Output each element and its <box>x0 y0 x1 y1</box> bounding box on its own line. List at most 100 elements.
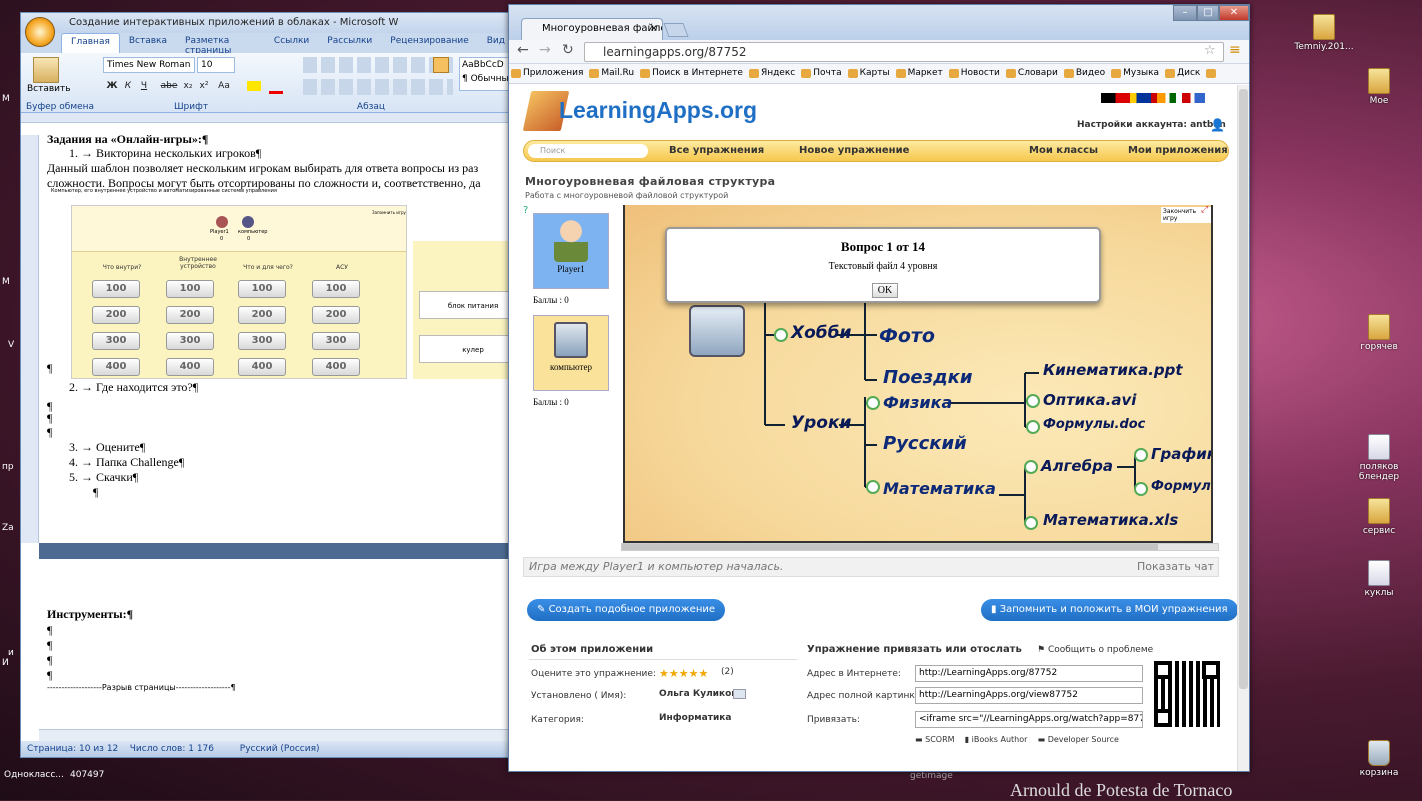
bookmark-item[interactable]: Диск <box>1163 64 1204 78</box>
export-scorm[interactable]: SCORM <box>925 735 954 744</box>
office-button[interactable] <box>25 17 55 47</box>
italic-button[interactable]: К <box>121 79 135 93</box>
tab-home[interactable]: Главная <box>61 33 120 53</box>
tree-node[interactable]: Хобби <box>791 323 851 343</box>
bookmark-item[interactable]: Приложения <box>509 64 587 78</box>
desktop-icon[interactable]: поляков блендер <box>1349 434 1409 482</box>
bold-button[interactable]: Ж <box>105 79 119 93</box>
desktop-icon[interactable]: Мое <box>1349 68 1409 106</box>
rating-stars-icon[interactable]: ★★★★★ <box>659 667 708 680</box>
status-page[interactable]: Страница: 10 из 12 <box>27 744 118 754</box>
nav-new-exercise[interactable]: Новое упражнение <box>799 145 909 156</box>
desktop-icon[interactable]: Temniy.201... <box>1294 14 1354 52</box>
user-icon[interactable]: 👤 <box>1210 118 1225 132</box>
forward-icon[interactable]: → <box>539 42 551 58</box>
tab-page-layout[interactable]: Разметка страницы <box>176 33 265 56</box>
board-scrollbar[interactable] <box>621 543 1219 551</box>
desktop-icon[interactable]: сервис <box>1349 498 1409 536</box>
status-words[interactable]: Число слов: 1 176 <box>130 744 214 754</box>
close-button[interactable]: ✕ <box>1219 5 1249 21</box>
author-name[interactable]: Ольга Куликова <box>659 689 743 699</box>
tab-insert[interactable]: Вставка <box>120 33 176 53</box>
superscript-button[interactable]: x² <box>197 79 211 93</box>
bookmark-item[interactable]: Видео <box>1062 64 1109 78</box>
bookmarks-more[interactable]: » <box>1204 64 1218 78</box>
pilcrow-button[interactable] <box>433 57 449 73</box>
bookmark-item[interactable]: Маркет <box>894 64 947 78</box>
export-ibooks[interactable]: iBooks Author <box>972 735 1028 744</box>
list-buttons[interactable] <box>303 57 453 73</box>
tree-node[interactable]: Уроки <box>791 413 851 433</box>
search-input[interactable]: Поиск <box>528 144 648 158</box>
tree-node[interactable]: Русский <box>883 433 967 454</box>
nav-all-exercises[interactable]: Все упражнения <box>669 145 764 156</box>
taskbar-item[interactable]: Однокласс... <box>4 770 64 780</box>
tab-close-icon[interactable]: × <box>650 19 658 39</box>
maximize-button[interactable]: □ <box>1197 5 1219 21</box>
tree-node[interactable]: Формулы.doc <box>1043 417 1145 432</box>
back-icon[interactable]: ← <box>517 42 529 58</box>
address-field[interactable]: http://LearningApps.org/87752 <box>915 665 1143 682</box>
tree-node[interactable]: Математика.xls <box>1043 511 1178 529</box>
bookmark-item[interactable]: Mail.Ru <box>587 64 638 78</box>
account-settings[interactable]: Настройки аккаунта: antban <box>1077 120 1226 130</box>
tab-review[interactable]: Рецензирование <box>381 33 477 53</box>
status-language[interactable]: Русский (Россия) <box>240 744 320 754</box>
language-flags-icon[interactable] <box>1101 93 1205 103</box>
bookmark-item[interactable]: Новости <box>947 64 1004 78</box>
help-icon[interactable]: ? <box>523 205 528 216</box>
subscript-button[interactable]: x₂ <box>181 79 195 93</box>
font-name-select[interactable]: Times New Roman <box>103 57 195 73</box>
tree-node[interactable]: Оптика.avi <box>1043 391 1136 409</box>
save-to-my-exercises-button[interactable]: ▮ Запомнить и положить в МОИ упражнения <box>981 599 1237 621</box>
address-bar[interactable]: learningapps.org/87752 <box>584 42 1224 62</box>
tab-mailings[interactable]: Рассылки <box>318 33 381 53</box>
tree-node[interactable]: Формулы <box>1151 479 1211 494</box>
font-color-icon[interactable] <box>269 91 283 94</box>
create-similar-button[interactable]: ✎ Создать подобное приложение <box>527 599 726 621</box>
change-case-button[interactable]: Aa <box>217 79 231 93</box>
bookmark-item[interactable]: Яндекс <box>747 64 799 78</box>
desktop-icon[interactable]: горячев <box>1349 314 1409 352</box>
document-page-2[interactable]: Инструменты:¶ ¶ ¶ ¶ ¶ ------------------… <box>39 559 514 729</box>
mail-icon[interactable] <box>733 689 746 699</box>
image-address-field[interactable]: http://LearningApps.org/view87752 <box>915 687 1143 704</box>
bookmark-item[interactable]: Карты <box>846 64 894 78</box>
tree-node[interactable]: Алгебра <box>1041 457 1113 475</box>
bookmark-item[interactable]: Почта <box>799 64 845 78</box>
nav-my-classes[interactable]: Мои классы <box>1029 145 1098 156</box>
bookmark-item[interactable]: Музыка <box>1109 64 1163 78</box>
highlight-icon[interactable] <box>247 81 261 91</box>
reload-icon[interactable]: ↻ <box>562 42 574 58</box>
page-scrollbar[interactable] <box>1237 85 1249 771</box>
scroll-thumb[interactable] <box>622 544 1159 550</box>
menu-icon[interactable]: ≡ <box>1229 42 1241 58</box>
show-chat-toggle[interactable]: Показать чат <box>1137 558 1214 576</box>
tree-node[interactable]: Поездки <box>883 367 972 388</box>
browser-tab[interactable]: Многоуровневая файлов × <box>521 18 663 40</box>
fullscreen-icon[interactable]: ⤢ <box>1201 205 1208 215</box>
tree-node[interactable]: Кинематика.ppt <box>1043 361 1183 379</box>
desktop-icon[interactable]: корзина <box>1349 740 1409 778</box>
site-logo[interactable]: LearningApps.org <box>559 97 757 124</box>
scroll-thumb[interactable] <box>1239 89 1248 689</box>
bookmark-item[interactable]: Поиск в Интернете <box>638 64 747 78</box>
underline-button[interactable]: Ч <box>137 79 151 93</box>
tree-node[interactable]: Фото <box>879 325 935 347</box>
report-problem-link[interactable]: ⚑ Сообщить о проблеме <box>1037 645 1153 655</box>
bookmark-item[interactable]: Словари <box>1004 64 1062 78</box>
embed-code-field[interactable]: <iframe src="//LearningApps.org/watch?ap… <box>915 711 1143 728</box>
tree-node[interactable]: Графики <box>1151 445 1211 463</box>
strikethrough-button[interactable]: abe <box>159 79 179 93</box>
paste-label[interactable]: Вставить <box>27 84 71 94</box>
align-buttons[interactable] <box>303 79 453 95</box>
nav-my-apps[interactable]: Мои приложения <box>1128 145 1228 156</box>
ok-button[interactable]: OK <box>872 283 898 298</box>
horizontal-scrollbar[interactable] <box>39 729 514 741</box>
paste-icon[interactable] <box>33 57 59 83</box>
category-value[interactable]: Информатика <box>659 713 731 723</box>
bookmark-star-icon[interactable]: ☆ <box>1204 43 1216 58</box>
tab-references[interactable]: Ссылки <box>265 33 318 53</box>
desktop-icon[interactable]: куклы <box>1349 560 1409 598</box>
export-developer[interactable]: Developer Source <box>1048 735 1119 744</box>
